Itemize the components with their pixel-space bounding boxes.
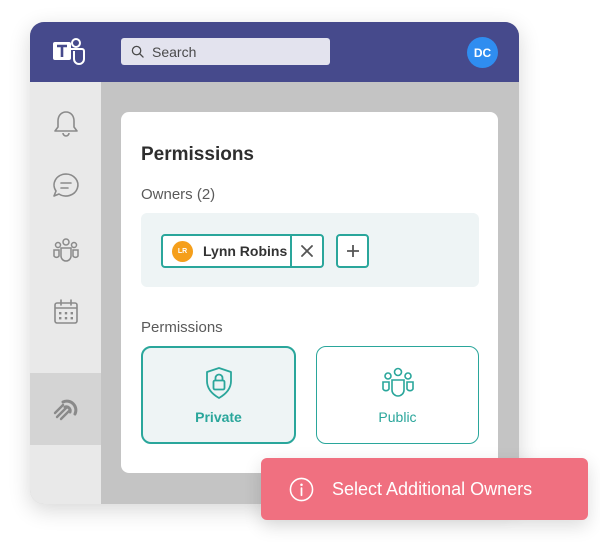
owner-name: Lynn Robins xyxy=(203,243,288,259)
app-logo-icon xyxy=(53,399,77,421)
calendar-icon xyxy=(53,299,78,324)
permission-option-label: Public xyxy=(378,409,417,425)
card-title: Permissions xyxy=(141,144,254,165)
chat-icon xyxy=(52,173,79,197)
owners-box: LR Lynn Robins xyxy=(141,213,479,287)
permissions-label: Permissions xyxy=(141,319,223,336)
permission-option-public[interactable]: Public xyxy=(316,346,479,444)
permission-option-label: Private xyxy=(195,409,242,425)
rail-item-chat[interactable] xyxy=(30,155,101,217)
search-icon xyxy=(131,45,144,58)
rail-item-calendar[interactable] xyxy=(30,281,101,343)
info-icon xyxy=(289,477,314,501)
rail-item-teams[interactable] xyxy=(30,218,101,280)
lock-shield-icon xyxy=(205,367,232,399)
rail-item-app[interactable] xyxy=(30,373,101,445)
search-input[interactable] xyxy=(152,43,312,60)
teams-icon xyxy=(52,238,79,262)
owner-chip[interactable]: LR Lynn Robins xyxy=(161,234,324,268)
owners-label: Owners (2) xyxy=(141,186,216,203)
permissions-card: Permissions Owners (2) LR Lynn Robins Pe… xyxy=(121,112,498,473)
user-avatar[interactable]: DC xyxy=(467,37,498,68)
owner-avatar: LR xyxy=(172,240,193,262)
remove-owner-button[interactable] xyxy=(290,236,322,266)
toast-notification[interactable]: Select Additional Owners xyxy=(261,458,588,520)
plus-icon xyxy=(346,245,359,257)
rail-item-activity[interactable] xyxy=(30,92,101,154)
toast-message: Select Additional Owners xyxy=(332,478,533,499)
bell-icon xyxy=(53,111,78,137)
teams-logo-icon[interactable] xyxy=(48,34,88,70)
close-icon xyxy=(301,245,313,257)
add-owner-button[interactable] xyxy=(336,234,369,268)
side-rail xyxy=(30,82,101,504)
group-icon xyxy=(381,367,414,397)
permission-option-private[interactable]: Private xyxy=(141,346,296,444)
search-bar[interactable] xyxy=(121,38,330,65)
top-bar: DC xyxy=(30,22,519,82)
